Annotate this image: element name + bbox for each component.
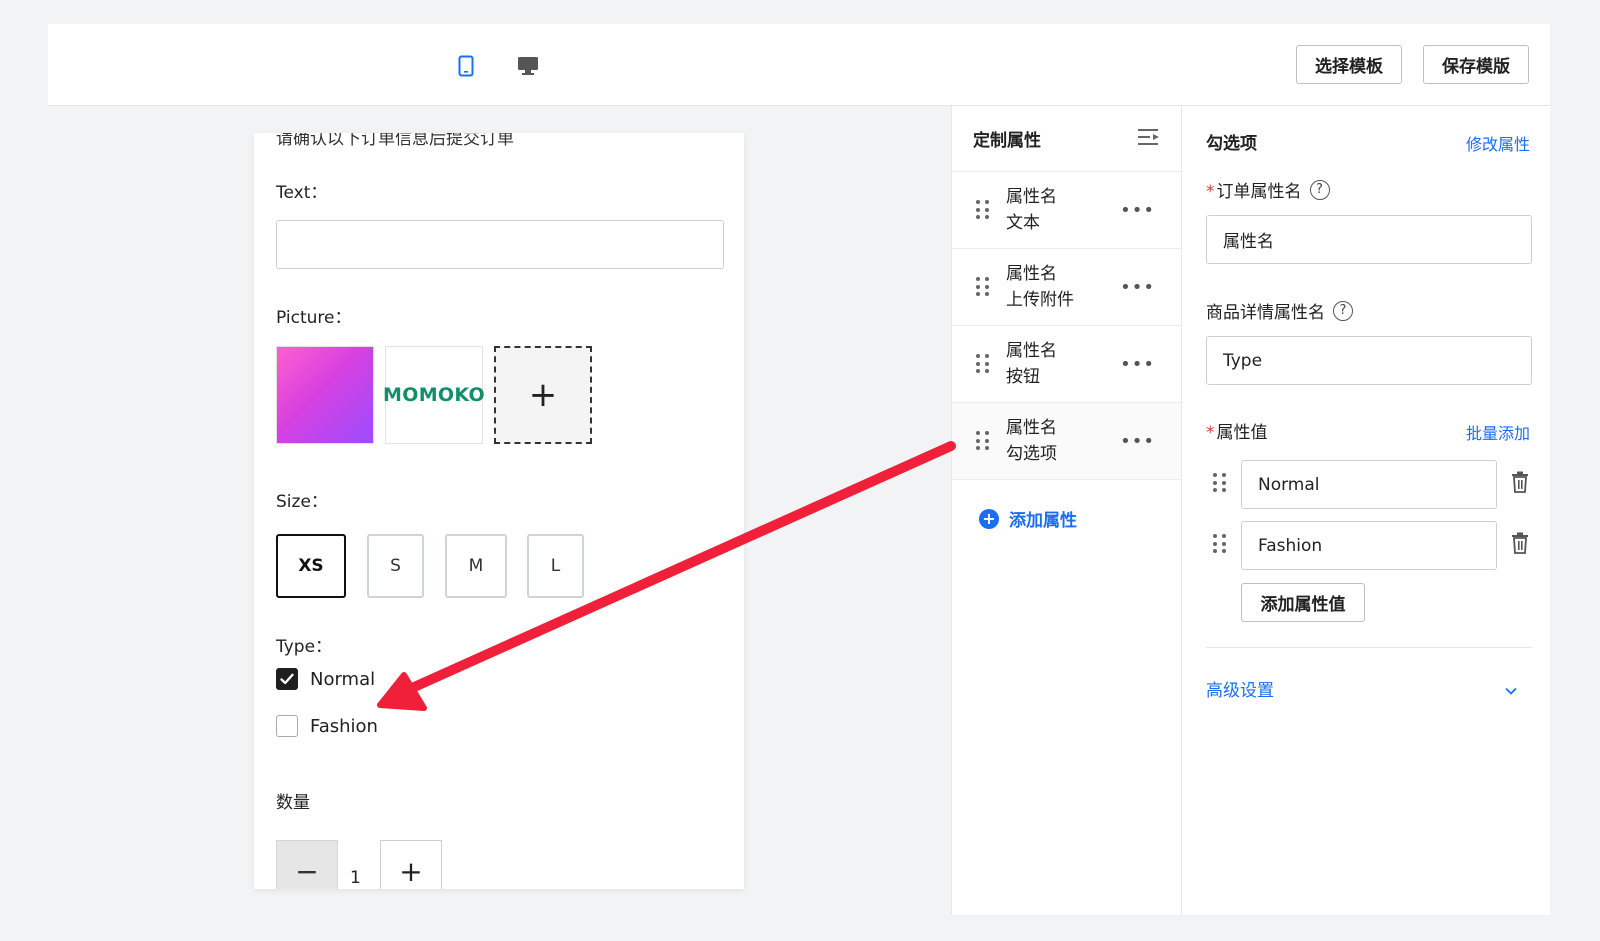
quantity-value[interactable]: 1 bbox=[350, 868, 361, 888]
attribute-values-label: * 属性值 bbox=[1206, 423, 1268, 443]
modify-attribute-link[interactable]: 修改属性 bbox=[1466, 131, 1530, 155]
picture-thumbnail-logo[interactable]: MOMOKO bbox=[383, 346, 485, 444]
detail-attribute-label: 商品详情属性名 ? bbox=[1206, 298, 1353, 323]
chevron-down-icon[interactable] bbox=[1505, 680, 1517, 699]
type-label: Type： bbox=[276, 637, 333, 657]
quantity-increase-button[interactable]: + bbox=[380, 840, 442, 889]
attribute-value-input[interactable]: Normal bbox=[1241, 460, 1497, 509]
checkbox-checked-icon[interactable] bbox=[276, 668, 298, 690]
more-icon[interactable]: ••• bbox=[1120, 354, 1155, 375]
save-template-button[interactable]: 保存模版 bbox=[1423, 45, 1529, 84]
attributes-title: 定制属性 bbox=[973, 131, 1041, 151]
help-icon[interactable]: ? bbox=[1333, 300, 1353, 321]
attribute-name: 属性名 bbox=[1006, 187, 1057, 207]
add-attribute-value-button[interactable]: 添加属性值 bbox=[1241, 583, 1365, 622]
attribute-item-checkbox[interactable]: 属性名 勾选项 ••• bbox=[952, 403, 1181, 480]
add-attribute-button[interactable]: + 添加属性 bbox=[979, 506, 1077, 531]
attribute-type: 勾选项 bbox=[1006, 444, 1057, 464]
attribute-name: 属性名 bbox=[1006, 418, 1057, 438]
mobile-icon[interactable] bbox=[453, 52, 479, 80]
picture-thumbnail-gradient[interactable] bbox=[276, 346, 374, 444]
drag-handle-icon[interactable] bbox=[976, 354, 990, 374]
add-attribute-label: 添加属性 bbox=[1009, 511, 1077, 531]
trash-icon[interactable] bbox=[1510, 532, 1530, 554]
type-option-fashion[interactable]: Fashion bbox=[276, 715, 378, 737]
attribute-item-text[interactable]: 属性名 文本 ••• bbox=[952, 172, 1181, 249]
quantity-label: 数量 bbox=[276, 793, 310, 813]
preview-header-text: 请确认以下订单信息后提交订单 bbox=[276, 133, 514, 149]
divider bbox=[1206, 647, 1532, 648]
attribute-type: 按钮 bbox=[1006, 367, 1040, 387]
order-attribute-label: * 订单属性名 ? bbox=[1206, 177, 1330, 202]
trash-icon[interactable] bbox=[1510, 471, 1530, 493]
size-label: Size： bbox=[276, 492, 328, 512]
drag-handle-icon[interactable] bbox=[976, 200, 990, 220]
required-mark: * bbox=[1206, 423, 1215, 443]
batch-add-link[interactable]: 批量添加 bbox=[1466, 420, 1530, 444]
size-option-m[interactable]: M bbox=[445, 534, 507, 598]
collapse-list-icon[interactable] bbox=[1137, 127, 1161, 151]
more-icon[interactable]: ••• bbox=[1120, 431, 1155, 452]
attribute-name: 属性名 bbox=[1006, 264, 1057, 284]
property-editor-panel: 勾选项 修改属性 * 订单属性名 ? 属性名 商品详情属性名 ? Type * 属性… bbox=[1182, 106, 1550, 915]
detail-attribute-input[interactable]: Type bbox=[1206, 336, 1532, 385]
size-option-s[interactable]: S bbox=[367, 534, 424, 598]
attribute-value-input[interactable]: Fashion bbox=[1241, 521, 1497, 570]
custom-attributes-panel: 定制属性 属性名 文本 ••• 属性名 上传附件 ••• 属性名 按钮 ••• … bbox=[951, 106, 1182, 915]
top-toolbar: 选择模板 保存模版 bbox=[48, 24, 1550, 106]
attribute-type: 上传附件 bbox=[1006, 290, 1074, 310]
desktop-icon[interactable] bbox=[515, 52, 541, 80]
quantity-decrease-button[interactable]: − bbox=[276, 840, 338, 889]
required-mark: * bbox=[1206, 182, 1215, 202]
more-icon[interactable]: ••• bbox=[1120, 277, 1155, 298]
drag-handle-icon[interactable] bbox=[1213, 473, 1227, 493]
add-picture-button[interactable]: + bbox=[494, 346, 592, 444]
help-icon[interactable]: ? bbox=[1309, 179, 1330, 200]
type-option-label: Fashion bbox=[310, 715, 378, 737]
attribute-item-upload[interactable]: 属性名 上传附件 ••• bbox=[952, 249, 1181, 326]
more-icon[interactable]: ••• bbox=[1120, 200, 1155, 221]
drag-handle-icon[interactable] bbox=[976, 431, 990, 451]
checkbox-unchecked-icon[interactable] bbox=[276, 715, 298, 737]
picture-label: Picture： bbox=[276, 308, 352, 328]
advanced-settings-toggle[interactable]: 高级设置 bbox=[1206, 676, 1274, 701]
select-template-button[interactable]: 选择模板 bbox=[1296, 45, 1402, 84]
type-option-normal[interactable]: Normal bbox=[276, 668, 375, 690]
attribute-type: 文本 bbox=[1006, 213, 1040, 233]
drag-handle-icon[interactable] bbox=[1213, 534, 1227, 554]
attribute-item-button[interactable]: 属性名 按钮 ••• bbox=[952, 326, 1181, 403]
size-option-xs[interactable]: XS bbox=[276, 534, 346, 598]
attribute-name: 属性名 bbox=[1006, 341, 1057, 361]
order-attribute-input[interactable]: 属性名 bbox=[1206, 215, 1532, 264]
attributes-header: 定制属性 bbox=[952, 106, 1181, 172]
add-circle-icon: + bbox=[979, 508, 999, 529]
text-label: Text： bbox=[276, 183, 328, 203]
property-title: 勾选项 bbox=[1206, 134, 1257, 154]
type-option-label: Normal bbox=[310, 668, 376, 690]
drag-handle-icon[interactable] bbox=[976, 277, 990, 297]
text-input[interactable] bbox=[276, 220, 724, 269]
form-preview: 请确认以下订单信息后提交订单 Text： Picture： MOMOKO + S… bbox=[254, 133, 744, 889]
size-option-l[interactable]: L bbox=[527, 534, 584, 598]
